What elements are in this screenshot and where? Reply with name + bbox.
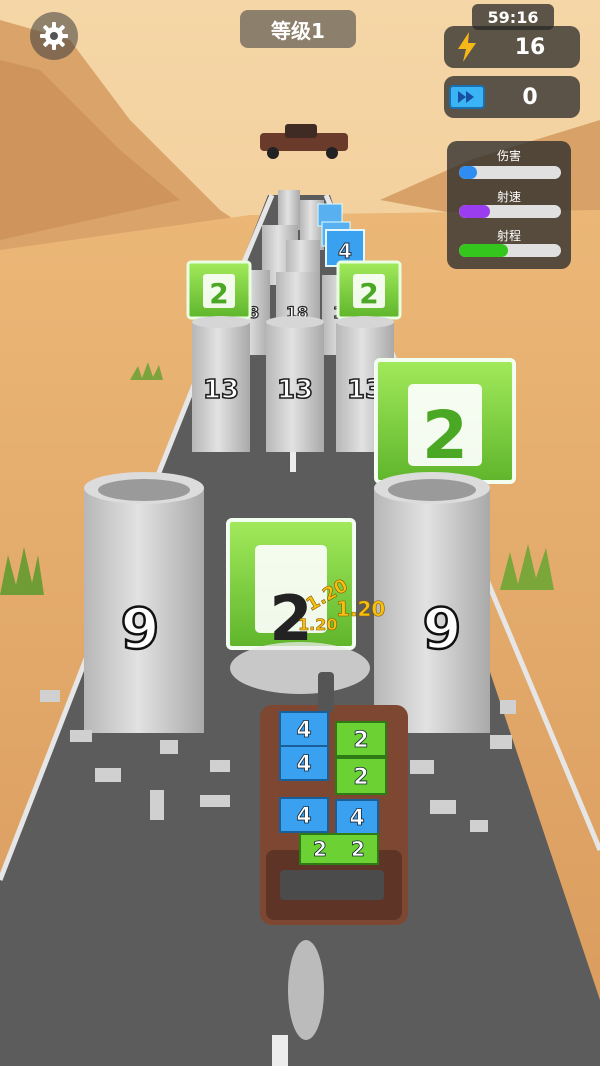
stats-panel: 伤害 射速 射程 <box>447 141 571 269</box>
cargo-crate-value: 4 <box>349 806 364 831</box>
cargo-crate-value: 4 <box>296 804 311 829</box>
speed-ticket-counter: 0 <box>444 76 580 118</box>
damage-popup: 1.20 <box>298 615 337 634</box>
speed-ticket-value: 0 <box>522 84 538 110</box>
range-stat-label: 射程 <box>496 229 521 243</box>
blue-crate-value: 4 <box>338 239 352 263</box>
far-right-crate: 2 <box>336 260 402 320</box>
cargo-crate-value: 4 <box>296 718 311 743</box>
cargo-crate-value: 2 <box>353 728 368 753</box>
damage-stat-fill <box>459 166 478 179</box>
right-front-crate-value: 2 <box>422 397 468 474</box>
energy-value: 16 <box>514 34 546 60</box>
settings-button[interactable] <box>30 12 78 60</box>
fire-rate-stat-label: 射速 <box>496 190 521 204</box>
front-right-pillar-value: 9 <box>423 597 462 662</box>
energy-counter: 16 <box>444 26 580 68</box>
fire-rate-stat-fill <box>459 205 490 218</box>
range-stat-bar <box>459 244 561 257</box>
far-left-crate: 2 <box>186 260 252 320</box>
cargo-crate-value: 2 <box>353 765 368 790</box>
cargo-crate-value: 2 <box>313 837 327 861</box>
far-right-crate-value: 2 <box>359 277 378 310</box>
damage-stat-label: 伤害 <box>496 149 521 163</box>
damage-stat-bar <box>459 166 561 179</box>
front-right-pillar: 9 <box>374 472 490 733</box>
level-indicator: 等级1 <box>240 10 356 48</box>
range-stat-fill <box>459 244 508 257</box>
front-left-pillar-value: 9 <box>121 597 160 662</box>
front-left-pillar: 9 <box>84 472 204 733</box>
cargo-crate-value: 2 <box>351 837 365 861</box>
fast-forward-ticket-icon <box>444 85 490 109</box>
lightning-icon <box>444 32 490 62</box>
right-front-crate: 2 <box>374 358 516 484</box>
cargo-crate-value: 4 <box>296 752 311 777</box>
gear-icon <box>40 22 68 50</box>
far-left-crate-value: 2 <box>209 277 228 310</box>
fire-rate-stat-bar <box>459 205 561 218</box>
mid-left-pillar-value: 13 <box>203 375 239 405</box>
mid-center-pillar-value: 13 <box>277 375 313 405</box>
mid-pillars: 13 13 13 <box>192 316 394 452</box>
damage-popup: 1.20 <box>336 597 385 621</box>
